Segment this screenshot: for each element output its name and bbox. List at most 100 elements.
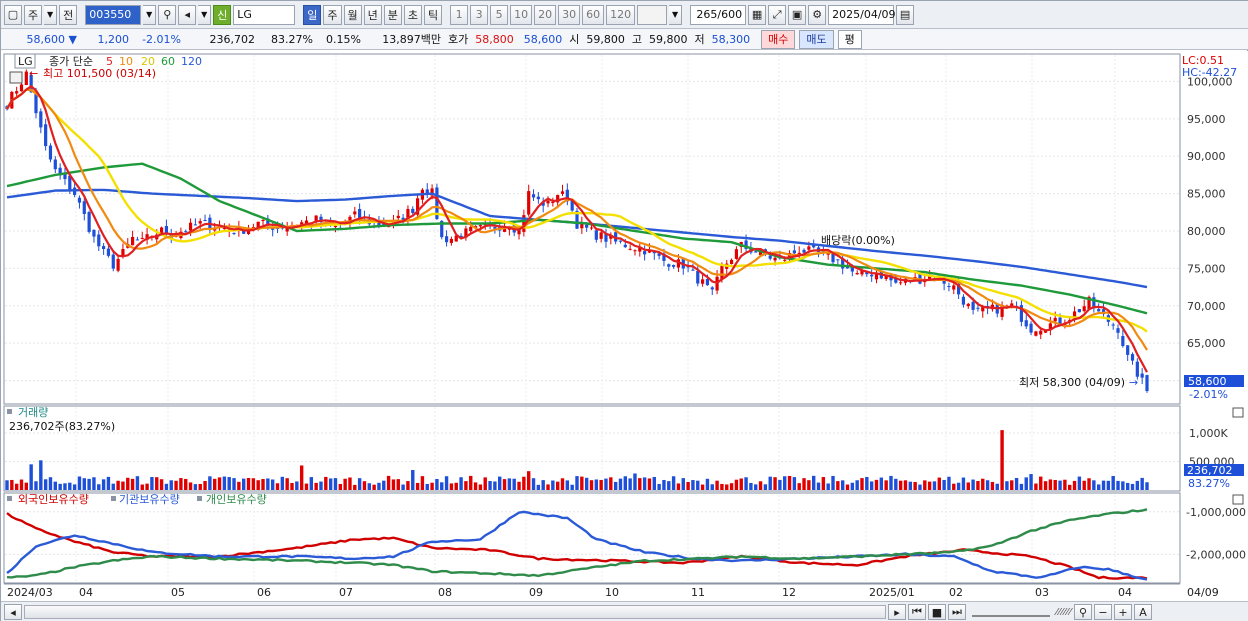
interval-3[interactable]: 3 (470, 4, 489, 25)
magnify-icon[interactable]: ⚲ (1074, 604, 1093, 620)
stop-icon[interactable]: ■ (928, 604, 946, 620)
candle-body (527, 191, 531, 215)
holdings-tick-label: -1,000,000 (1186, 506, 1246, 519)
volume-bar (565, 480, 570, 490)
volume-bar (850, 482, 855, 490)
candle-body (1130, 354, 1135, 361)
price-tick-label: 80,000 (1187, 225, 1226, 238)
grid-icon[interactable] (9, 71, 23, 84)
tab-timeframe-day[interactable]: 일 (303, 4, 322, 25)
volume-pane-close-icon[interactable] (1232, 407, 1244, 418)
volume-bar (343, 478, 347, 490)
volume-last-tag: 236,702 (1187, 464, 1233, 477)
tab-timeframe-week[interactable]: 주 (323, 4, 342, 25)
candle-body (77, 197, 82, 203)
holdings-pane-close-icon[interactable] (1232, 494, 1244, 505)
interval-30[interactable]: 30 (558, 4, 581, 25)
trade-amount: 13,897백만 (382, 33, 441, 46)
bar-count-input[interactable]: 265/600 (690, 4, 747, 25)
candle-body (952, 285, 956, 290)
low-price: 58,300 (711, 32, 751, 46)
interval-dropdown-icon[interactable]: ▼ (669, 4, 683, 25)
zoom-in-icon[interactable]: + (1114, 604, 1133, 620)
zoom-slider[interactable] (972, 607, 1050, 617)
drawing-tools-icon[interactable]: ⁄⁄⁄⁄⁄⁄ (1056, 607, 1072, 618)
volume-tick-label: 1,000K (1189, 427, 1228, 440)
speaker-dropdown-icon[interactable]: ▼ (198, 4, 212, 25)
expand-icon[interactable]: ⤢ (768, 4, 787, 25)
scroll-left-icon[interactable]: ◂ (4, 604, 22, 620)
volume-bar (860, 478, 864, 490)
speaker-icon[interactable]: ◂ (178, 4, 197, 25)
interval-5[interactable]: 5 (490, 4, 509, 25)
chart-area[interactable]: 100,000 95,000 90,000 85,000 80,000 75,000 70,… (1, 51, 1248, 621)
tab-timeframe-minute[interactable]: 분 (383, 4, 402, 25)
chart-svg[interactable]: 100,00095,00090,00085,00080,00075,00070,… (1, 51, 1248, 601)
custom-interval-input[interactable] (637, 4, 668, 25)
buy-button[interactable]: 매수 (761, 29, 796, 49)
volume-bar (749, 482, 753, 490)
legend-ma60: 60 (161, 55, 175, 68)
tab-timeframe-second[interactable]: 초 (403, 4, 422, 25)
volume-bar (652, 476, 656, 490)
volume-bar (937, 477, 941, 490)
tab-timeframe-tick[interactable]: 틱 (424, 4, 443, 25)
volume-bar (1145, 482, 1149, 490)
interval-20[interactable]: 20 (534, 4, 557, 25)
rewind-icon[interactable]: ⏮ (908, 604, 926, 620)
date-input[interactable]: 2025/04/09 (828, 4, 896, 25)
volume-bar (594, 479, 599, 490)
period-button-0[interactable]: 주 (24, 4, 43, 25)
volume-bar (1005, 481, 1009, 490)
search-icon[interactable]: ⚲ (158, 4, 177, 25)
volume-bar (696, 480, 700, 490)
volume-bar (754, 484, 758, 490)
candle-body (478, 225, 482, 227)
volume-bar (985, 480, 990, 490)
interval-60[interactable]: 60 (582, 4, 605, 25)
volume-bar (304, 483, 309, 490)
grid-icon[interactable]: ▦ (748, 4, 767, 25)
candle-body (184, 231, 188, 233)
volume-bar (845, 484, 850, 490)
interval-1[interactable]: 1 (450, 4, 469, 25)
volume-bar (1077, 476, 1082, 490)
gear-icon[interactable]: ⚙ (808, 4, 827, 25)
last-price: 58,600 ▼ (4, 33, 82, 46)
calendar-icon[interactable]: ▤ (896, 4, 915, 25)
fast-forward-icon[interactable]: ⏭ (948, 604, 966, 620)
volume-bar (1072, 480, 1077, 490)
x-tick-label: 05 (171, 586, 185, 599)
x-tick-label: 03 (1035, 586, 1049, 599)
candle-body (135, 239, 140, 241)
volume-bar (1106, 480, 1111, 490)
tab-timeframe-year[interactable]: 년 (363, 4, 382, 25)
interval-120[interactable]: 120 (606, 4, 636, 25)
volume-bar (39, 460, 43, 490)
code-dropdown-icon[interactable]: ▼ (143, 4, 157, 25)
volume-bar (159, 479, 164, 490)
volume-bar (241, 478, 246, 490)
chevron-down-icon[interactable]: ▼ (44, 4, 58, 25)
volume-bar (435, 479, 439, 490)
stock-code-input[interactable]: 003550 (85, 4, 142, 25)
stock-name-field[interactable]: LG (233, 4, 296, 25)
volume-bar (68, 482, 72, 490)
horizontal-scrollbar[interactable] (24, 605, 886, 619)
period-button-1[interactable]: 전 (59, 4, 78, 25)
scroll-right-icon[interactable]: ▸ (888, 604, 906, 620)
tab-timeframe-month[interactable]: 월 (343, 4, 362, 25)
font-size-icon[interactable]: A (1134, 604, 1153, 620)
volume-bar (546, 484, 550, 490)
credit-badge[interactable]: 신 (213, 4, 232, 25)
window-icon[interactable]: ▢ (4, 4, 22, 25)
save-icon[interactable]: ▣ (788, 4, 807, 25)
volume-bar (1039, 476, 1043, 490)
sell-button[interactable]: 매도 (799, 29, 834, 49)
interval-10[interactable]: 10 (510, 4, 533, 25)
avg-button[interactable]: 평 (837, 29, 862, 49)
volume-bar (966, 482, 970, 490)
price-tick-label: 70,000 (1187, 300, 1226, 313)
volume-bar (797, 483, 801, 490)
zoom-out-icon[interactable]: − (1094, 604, 1113, 620)
